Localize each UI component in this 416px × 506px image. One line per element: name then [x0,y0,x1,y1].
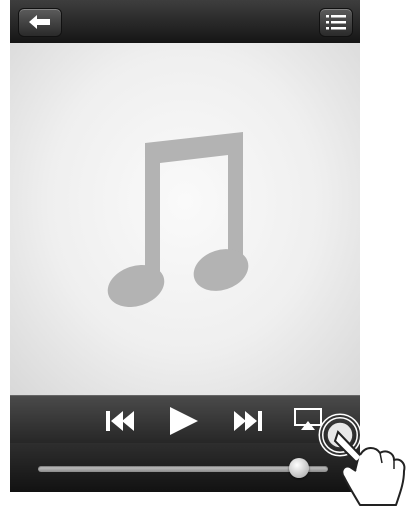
play-icon[interactable] [168,406,200,436]
previous-track-icon[interactable] [105,409,139,433]
top-bar [10,0,360,43]
list-menu-icon [326,15,346,30]
tapping-hand-icon [318,413,406,506]
album-artwork [10,43,360,395]
track-list-button[interactable] [319,8,353,37]
next-track-icon[interactable] [230,409,264,433]
back-arrow-icon [29,15,50,29]
music-note-icon [107,132,249,308]
volume-slider[interactable] [38,458,328,478]
back-button[interactable] [18,8,62,37]
